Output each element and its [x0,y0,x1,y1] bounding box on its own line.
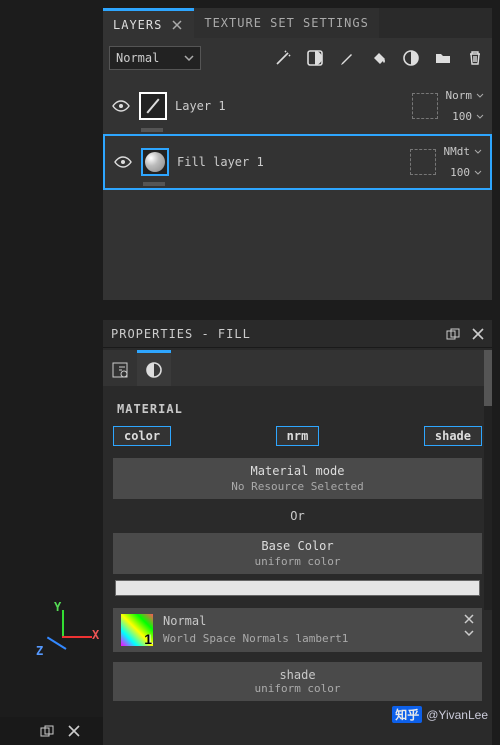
layer-thumbnail[interactable] [141,148,169,176]
shade-block[interactable]: shade uniform color [113,662,482,701]
layer-blend[interactable]: Norm [446,89,473,102]
visibility-icon[interactable] [113,152,133,172]
layer-options: Norm 100 [446,89,485,123]
material-section-title: MATERIAL [117,402,482,416]
layer-options: NMdt 100 [444,145,483,179]
undock-icon[interactable] [446,328,460,340]
material-mode-block[interactable]: Material mode No Resource Selected [113,458,482,499]
mask-thumbnail[interactable] [410,149,436,175]
normal-thumbnail [121,614,153,646]
properties-body: MATERIAL color nrm shade Material mode N… [103,386,492,701]
normal-block[interactable]: Normal World Space Normals lambert1 [113,608,482,652]
channel-shade[interactable]: shade [424,426,482,446]
material-mode-label: Material mode [113,464,482,478]
shade-value: uniform color [113,682,482,695]
properties-title: PROPERTIES - FILL [111,327,251,341]
tab-texture-set-settings[interactable]: TEXTURE SET SETTINGS [194,8,379,38]
normal-label: Normal [163,614,348,628]
properties-header: PROPERTIES - FILL [103,320,492,348]
fill-settings-tab[interactable] [103,350,137,386]
axis-x-label: X [92,628,99,642]
chevron-down-icon[interactable] [474,170,482,175]
brush-icon[interactable] [336,47,358,69]
axis-y-label: Y [54,600,61,614]
tab-layers-label: LAYERS [113,18,162,32]
base-color-block[interactable]: Base Color uniform color [113,533,482,574]
layers-panel: LAYERS TEXTURE SET SETTINGS Normal [103,8,492,300]
scrollbar[interactable] [484,350,492,610]
channel-chips: color nrm shade [113,426,482,446]
or-separator: Or [113,509,482,523]
blend-mode-value: Normal [116,51,159,65]
layer-row[interactable]: Layer 1 Norm 100 [103,78,492,134]
layer-list: Layer 1 Norm 100 Fill layer 1 NMdt 100 [103,78,492,300]
tab-layers[interactable]: LAYERS [103,8,194,38]
axis-y [62,610,64,638]
layers-toolbar: Normal [103,38,492,78]
watermark-user: @YivanLee [426,708,488,722]
close-icon[interactable] [68,725,80,737]
close-icon[interactable] [170,18,184,32]
smart-material-icon[interactable] [400,47,422,69]
trash-icon[interactable] [464,47,486,69]
blend-mode-select[interactable]: Normal [109,46,201,70]
shade-label: shade [113,668,482,682]
mask-thumbnail[interactable] [412,93,438,119]
zhihu-logo: 知乎 [392,706,422,723]
mask-icon[interactable] [304,47,326,69]
properties-panel: PROPERTIES - FILL MATERIAL color nrm sha… [103,320,492,745]
chevron-down-icon[interactable] [476,114,484,119]
bucket-icon[interactable] [368,47,390,69]
drag-handle[interactable] [143,182,165,186]
material-mode-value: No Resource Selected [113,480,482,493]
channel-color[interactable]: color [113,426,171,446]
axis-z [47,636,67,649]
panel-tabs: LAYERS TEXTURE SET SETTINGS [103,8,492,38]
base-color-swatch[interactable] [115,580,480,596]
properties-tabs [103,348,492,386]
base-color-value: uniform color [113,555,482,568]
layer-name[interactable]: Layer 1 [175,99,404,113]
base-color-label: Base Color [113,539,482,553]
watermark: 知乎 @YivanLee [392,706,488,723]
drag-handle[interactable] [141,128,163,132]
clear-icon[interactable] [464,614,474,624]
chevron-down-icon[interactable] [476,93,484,98]
viewport-bottom-bar [0,717,103,745]
scrollbar-thumb[interactable] [484,350,492,406]
chevron-down-icon[interactable] [464,630,474,636]
chevron-down-icon [184,55,194,61]
layer-list-empty [103,190,492,300]
layer-blend[interactable]: NMdt [444,145,471,158]
window-icon[interactable] [40,725,54,737]
visibility-icon[interactable] [111,96,131,116]
layer-row[interactable]: Fill layer 1 NMdt 100 [103,134,492,190]
normal-resource: World Space Normals lambert1 [163,632,348,645]
channel-nrm[interactable]: nrm [276,426,320,446]
close-icon[interactable] [472,328,484,340]
axes-gizmo: X Y Z [44,604,104,664]
chevron-down-icon[interactable] [474,149,482,154]
layer-thumbnail[interactable] [139,92,167,120]
folder-icon[interactable] [432,47,454,69]
tab-texset-label: TEXTURE SET SETTINGS [204,16,369,30]
layer-tool-icons [272,47,486,69]
material-tab[interactable] [137,350,171,386]
axis-z-label: Z [36,644,43,658]
layer-opacity[interactable]: 100 [452,110,472,123]
globe-icon [145,152,165,172]
layer-name[interactable]: Fill layer 1 [177,155,402,169]
axis-x [62,636,92,638]
wand-icon[interactable] [272,47,294,69]
layer-opacity[interactable]: 100 [450,166,470,179]
